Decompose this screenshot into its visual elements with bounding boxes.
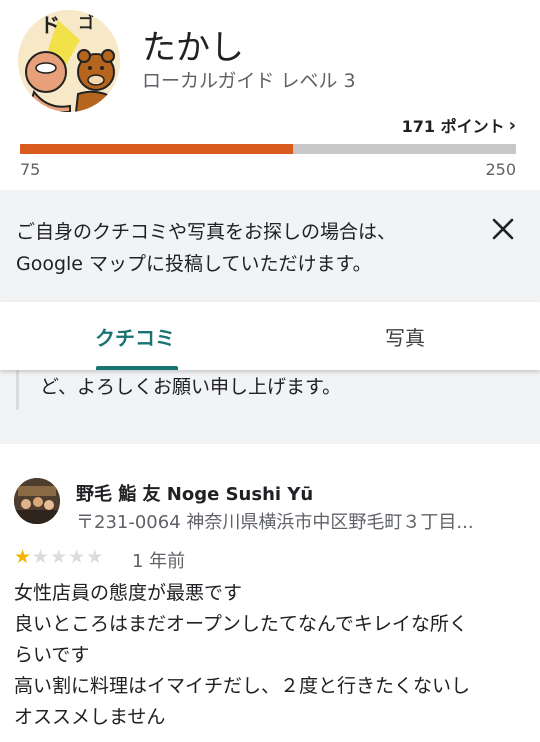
banner-message: ご自身のクチコミや写真をお探しの場合は、 Google マップに投稿していただけ… <box>16 216 456 280</box>
star-filled-icon: ★ <box>14 546 32 568</box>
profile-header: ド ゴ たかし ローカルガイド レベル 3 171 ポイント › 75 250 <box>0 0 540 190</box>
review-line: らいです <box>14 644 90 666</box>
points-label: 171 ポイント <box>401 117 505 136</box>
close-icon[interactable] <box>490 216 516 242</box>
place-name[interactable]: 野毛 鮨 友 Noge Sushi Yū <box>76 480 313 506</box>
local-guide-level: ローカルガイド レベル 3 <box>142 70 356 92</box>
review-line: 良いところはまだオープンしたてなんでキレイな所く <box>14 613 468 635</box>
review-text: 女性店員の態度が最悪です 良いところはまだオープンしたてなんでキレイな所く らい… <box>14 578 526 733</box>
avatar[interactable]: ド ゴ <box>18 10 120 112</box>
review-line: 女性店員の態度が最悪です <box>14 582 243 604</box>
tab-selected-indicator <box>96 366 178 370</box>
star-empty-icon: ★ <box>50 546 68 568</box>
star-empty-icon: ★ <box>68 546 86 568</box>
tab-bar: クチコミ 写真 <box>0 302 540 370</box>
star-empty-icon: ★ <box>32 546 50 568</box>
review-card: 野毛 鮨 友 Noge Sushi Yū 〒231-0064 神奈川県横浜市中区… <box>0 444 540 742</box>
profile-name: たかし <box>142 28 244 68</box>
progress-min-label: 75 <box>20 160 41 179</box>
banner-line: Google マップに投稿していただけます。 <box>16 253 372 275</box>
review-line: オススメしません <box>14 706 166 728</box>
manga-avatar-icon: ド ゴ <box>18 10 120 112</box>
star-empty-icon: ★ <box>86 546 104 568</box>
info-banner: ご自身のクチコミや写真をお探しの場合は、 Google マップに投稿していただけ… <box>0 190 540 302</box>
tab-reviews[interactable]: クチコミ <box>0 302 270 370</box>
previous-review-text: ど、よろしくお願い申し上げます。 <box>40 376 342 398</box>
progress-max-label: 250 <box>485 160 516 179</box>
svg-text:ゴ: ゴ <box>78 13 94 32</box>
place-photo[interactable] <box>14 478 60 524</box>
place-address: 〒231-0064 神奈川県横浜市中区野毛町３丁目... <box>76 512 474 533</box>
svg-text:ド: ド <box>40 13 60 37</box>
review-line: 高い割に料理はイマイチだし、２度と行きたくないし <box>14 675 471 697</box>
tab-photos[interactable]: 写真 <box>270 302 540 370</box>
previous-review-reply: ど、よろしくお願い申し上げます。 <box>0 370 540 444</box>
restaurant-photo-icon <box>14 478 60 524</box>
banner-line: ご自身のクチコミや写真をお探しの場合は、 <box>16 221 397 243</box>
points-link[interactable]: 171 ポイント › <box>402 113 516 137</box>
review-date: 1 年前 <box>132 551 186 572</box>
star-rating: ★ ★ ★ ★ ★ <box>14 546 103 568</box>
chevron-right-icon: › <box>508 114 516 136</box>
points-progress-fill <box>20 144 293 154</box>
quote-divider <box>16 370 19 410</box>
points-progress-bar <box>20 144 516 154</box>
